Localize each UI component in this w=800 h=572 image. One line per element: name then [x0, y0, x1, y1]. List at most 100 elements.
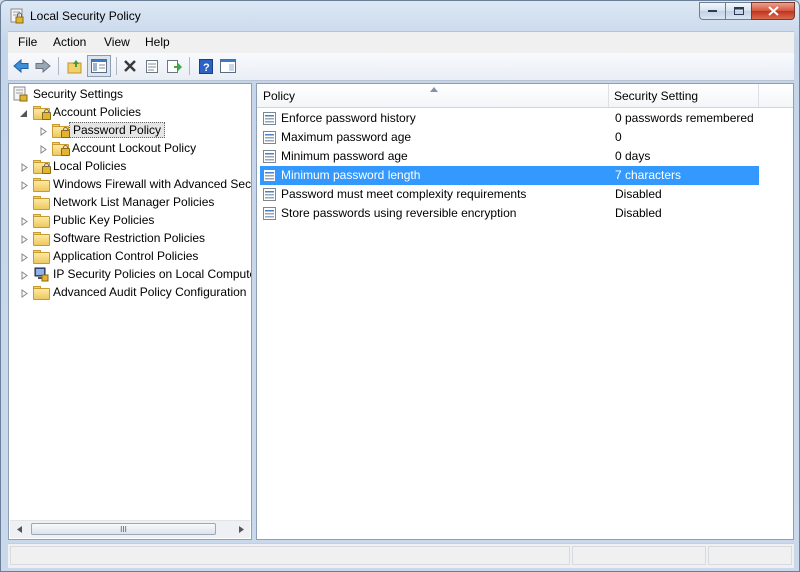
- tree-root-security-settings[interactable]: Security Settings: [13, 85, 123, 103]
- policy-item-icon: [263, 112, 276, 125]
- policy-setting: 0: [615, 130, 622, 144]
- menu-file[interactable]: File: [18, 35, 37, 49]
- tree-item-account-lockout-policy[interactable]: Account Lockout Policy: [52, 139, 196, 157]
- locked-folder-icon: [52, 123, 70, 138]
- scroll-left-button[interactable]: [12, 522, 27, 537]
- policy-item-icon: [263, 131, 276, 144]
- minimize-icon: [708, 10, 717, 12]
- svg-text:?: ?: [203, 62, 210, 74]
- export-list-icon: [167, 59, 182, 73]
- export-list-button[interactable]: [164, 56, 184, 76]
- console-tree-pane[interactable]: Security Settings Account Policies Passw…: [8, 83, 252, 540]
- menu-view[interactable]: View: [104, 35, 130, 49]
- scroll-thumb[interactable]: III: [31, 523, 216, 535]
- tree-item-windows-firewall[interactable]: Windows Firewall with Advanced Secu: [33, 175, 252, 193]
- policy-setting: Disabled: [615, 206, 662, 220]
- status-cell-3: [708, 546, 792, 565]
- policy-item-icon: [263, 207, 276, 220]
- expand-arrow-icon[interactable]: [20, 163, 29, 172]
- table-row[interactable]: Store passwords using reversible encrypt…: [260, 204, 759, 223]
- tree-item-software-restriction[interactable]: Software Restriction Policies: [33, 229, 205, 247]
- folder-icon: [33, 249, 50, 264]
- column-header-security-setting[interactable]: Security Setting: [614, 89, 698, 103]
- tree-item-label: Account Policies: [53, 105, 142, 119]
- tree-item-account-policies[interactable]: Account Policies: [33, 103, 141, 121]
- delete-icon: [124, 60, 136, 72]
- tree-item-label: Windows Firewall with Advanced Secu: [53, 177, 252, 191]
- expand-arrow-icon[interactable]: [20, 217, 29, 226]
- table-row-selected[interactable]: Minimum password length 7 characters: [260, 166, 759, 185]
- policy-setting: 0 passwords remembered: [615, 111, 754, 125]
- console-icon: [220, 59, 236, 73]
- tree-item-password-policy[interactable]: Password Policy: [52, 121, 166, 139]
- expand-arrow-icon[interactable]: [20, 271, 29, 280]
- up-one-level-button[interactable]: [65, 56, 85, 76]
- folder-icon: [33, 195, 50, 210]
- title-bar[interactable]: Local Security Policy: [1, 1, 799, 31]
- tree-item-label: Network List Manager Policies: [53, 195, 215, 209]
- table-row[interactable]: Minimum password age 0 days: [260, 147, 759, 166]
- details-pane[interactable]: Policy Security Setting Enforce password…: [256, 83, 794, 540]
- menu-help[interactable]: Help: [145, 35, 170, 49]
- show-hide-tree-icon: [91, 59, 107, 73]
- policy-name: Maximum password age: [281, 130, 412, 144]
- tree-item-local-policies[interactable]: Local Policies: [33, 157, 126, 175]
- list-header: Policy Security Setting: [257, 84, 793, 108]
- properties-button[interactable]: [142, 56, 162, 76]
- folder-icon: [33, 285, 50, 300]
- minimize-button[interactable]: [699, 2, 725, 20]
- scroll-right-button[interactable]: [233, 522, 248, 537]
- table-row[interactable]: Maximum password age 0: [260, 128, 759, 147]
- security-settings-icon: [13, 86, 28, 102]
- expand-arrow-icon[interactable]: [39, 127, 48, 136]
- show-hide-console-tree-button[interactable]: [87, 55, 111, 77]
- tree-item-network-list-manager[interactable]: Network List Manager Policies: [33, 193, 214, 211]
- sort-ascending-icon: [430, 87, 438, 92]
- collapse-arrow-icon[interactable]: [19, 109, 28, 118]
- status-cell-2: [572, 546, 706, 565]
- expand-arrow-icon[interactable]: [20, 253, 29, 262]
- expand-arrow-icon[interactable]: [39, 145, 48, 154]
- tree-item-label: IP Security Policies on Local Compute: [53, 267, 252, 281]
- close-button[interactable]: [751, 2, 795, 20]
- expand-arrow-icon[interactable]: [20, 235, 29, 244]
- table-row[interactable]: Password must meet complexity requiremen…: [260, 185, 759, 204]
- tree-item-application-control[interactable]: Application Control Policies: [33, 247, 198, 265]
- console-button[interactable]: [218, 56, 238, 76]
- policy-name: Enforce password history: [281, 111, 416, 125]
- help-icon: ?: [199, 58, 213, 74]
- policy-name: Minimum password length: [281, 168, 421, 182]
- tree-item-label: Password Policy: [69, 122, 166, 138]
- back-button[interactable]: [11, 56, 31, 76]
- ip-security-icon: [34, 267, 49, 282]
- help-button[interactable]: ?: [196, 56, 216, 76]
- policy-name: Password must meet complexity requiremen…: [281, 187, 527, 201]
- tree-item-label: Software Restriction Policies: [53, 231, 206, 245]
- policy-item-icon: [263, 169, 276, 182]
- expand-arrow-icon[interactable]: [20, 289, 29, 298]
- column-header-policy[interactable]: Policy: [263, 89, 295, 103]
- table-row[interactable]: Enforce password history 0 passwords rem…: [260, 109, 759, 128]
- locked-folder-icon: [52, 141, 70, 156]
- tree-item-ip-security[interactable]: IP Security Policies on Local Compute: [33, 265, 252, 283]
- tree-item-label: Account Lockout Policy: [72, 141, 197, 155]
- maximize-button[interactable]: [725, 2, 751, 20]
- delete-button[interactable]: [120, 56, 140, 76]
- forward-button[interactable]: [33, 56, 53, 76]
- tree-item-public-key-policies[interactable]: Public Key Policies: [33, 211, 154, 229]
- horizontal-scrollbar[interactable]: III: [10, 520, 250, 538]
- folder-icon: [33, 231, 50, 246]
- expand-arrow-icon[interactable]: [20, 181, 29, 190]
- status-bar: [8, 543, 794, 568]
- up-folder-icon: [67, 59, 82, 73]
- tree-item-advanced-audit[interactable]: Advanced Audit Policy Configuration: [33, 283, 246, 301]
- policy-item-icon: [263, 188, 276, 201]
- policy-item-icon: [263, 150, 276, 163]
- locked-folder-icon: [33, 105, 51, 120]
- app-window: Local Security Policy File Action View H…: [0, 0, 800, 572]
- policy-setting: 0 days: [615, 149, 651, 163]
- menu-action[interactable]: Action: [53, 35, 86, 49]
- status-cell-main: [10, 546, 570, 565]
- menu-bar: File Action View Help: [8, 31, 794, 53]
- scroll-grip: III: [120, 524, 127, 534]
